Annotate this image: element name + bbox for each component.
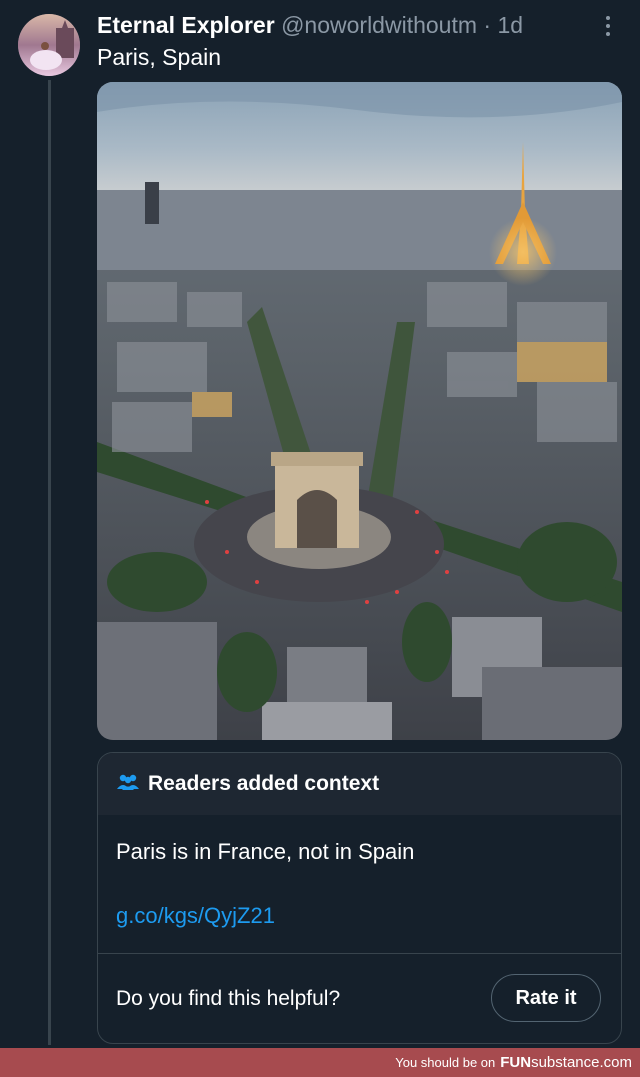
post-timestamp[interactable]: 1d [497,12,523,38]
thread-connector-line [48,80,51,1045]
watermark-brand: FUNsubstance.com [500,1054,632,1071]
watermark-bar: You should be on FUNsubstance.com [0,1048,640,1077]
community-note-header: Readers added context [98,753,621,815]
helpful-question: Do you find this helpful? [116,987,341,1010]
avatar[interactable] [18,14,80,76]
post-header: Eternal Explorer @noworldwithoutm · 1d [97,10,597,40]
more-vertical-icon[interactable] [598,12,618,40]
community-note-title: Readers added context [148,772,380,795]
community-note-link[interactable]: g.co/kgs/QyjZ21 [116,901,275,931]
community-note: Readers added context Paris is in France… [97,752,622,1044]
community-note-footer: Do you find this helpful? Rate it [98,953,621,1043]
user-handle[interactable]: @noworldwithoutm [281,12,477,38]
post-text: Paris, Spain [97,44,222,70]
watermark-prefix: You should be on [395,1055,496,1070]
rate-it-button[interactable]: Rate it [491,974,601,1022]
post-image[interactable] [97,82,622,740]
community-note-text: Paris is in France, not in Spain [116,839,415,864]
people-icon [116,773,140,796]
display-name[interactable]: Eternal Explorer [97,12,275,38]
separator-dot: · [483,12,492,38]
